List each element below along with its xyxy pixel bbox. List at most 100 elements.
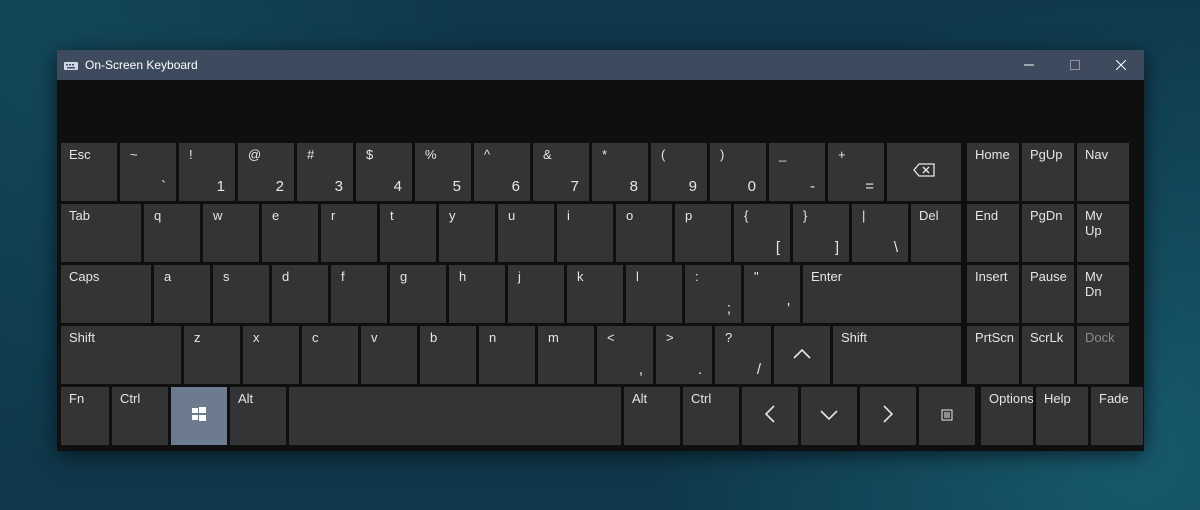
key-f[interactable]: f — [331, 265, 387, 323]
key-c[interactable]: c — [302, 326, 358, 384]
key-period[interactable]: >. — [656, 326, 712, 384]
key-1[interactable]: !1 — [179, 143, 235, 201]
osk-window: On-Screen Keyboard Esc ~` !1 @2 #3 $4 %5… — [57, 50, 1144, 451]
minimize-button[interactable] — [1006, 50, 1052, 80]
key-windows[interactable] — [171, 387, 227, 445]
key-nav[interactable]: Nav — [1077, 143, 1129, 201]
key-n[interactable]: n — [479, 326, 535, 384]
key-7[interactable]: &7 — [533, 143, 589, 201]
key-m[interactable]: m — [538, 326, 594, 384]
menu-icon — [941, 408, 953, 425]
key-caps[interactable]: Caps — [61, 265, 151, 323]
key-4[interactable]: $4 — [356, 143, 412, 201]
key-enter[interactable]: Enter — [803, 265, 961, 323]
maximize-button[interactable] — [1052, 50, 1098, 80]
key-lbracket[interactable]: {[ — [734, 204, 790, 262]
key-mvup[interactable]: Mv Up — [1077, 204, 1129, 262]
key-b[interactable]: b — [420, 326, 476, 384]
key-r[interactable]: r — [321, 204, 377, 262]
key-z[interactable]: z — [184, 326, 240, 384]
key-backslash[interactable]: |\ — [852, 204, 908, 262]
key-scrlk[interactable]: ScrLk — [1022, 326, 1074, 384]
close-button[interactable] — [1098, 50, 1144, 80]
key-g[interactable]: g — [390, 265, 446, 323]
key-esc[interactable]: Esc — [61, 143, 117, 201]
key-6[interactable]: ^6 — [474, 143, 530, 201]
key-dock[interactable]: Dock — [1077, 326, 1129, 384]
key-e[interactable]: e — [262, 204, 318, 262]
key-home[interactable]: Home — [967, 143, 1019, 201]
key-slash[interactable]: ?/ — [715, 326, 771, 384]
key-prtscn[interactable]: PrtScn — [967, 326, 1019, 384]
key-arrow-right[interactable] — [860, 387, 916, 445]
chevron-up-icon — [792, 347, 812, 364]
key-5[interactable]: %5 — [415, 143, 471, 201]
key-k[interactable]: k — [567, 265, 623, 323]
key-s[interactable]: s — [213, 265, 269, 323]
key-minus[interactable]: _- — [769, 143, 825, 201]
key-a[interactable]: a — [154, 265, 210, 323]
chevron-down-icon — [819, 408, 839, 425]
key-comma[interactable]: <, — [597, 326, 653, 384]
key-arrow-down[interactable] — [801, 387, 857, 445]
key-o[interactable]: o — [616, 204, 672, 262]
key-w[interactable]: w — [203, 204, 259, 262]
key-end[interactable]: End — [967, 204, 1019, 262]
row-1: Esc ~` !1 @2 #3 $4 %5 ^6 &7 *8 (9 )0 _- … — [61, 143, 1140, 201]
key-ctrl-right[interactable]: Ctrl — [683, 387, 739, 445]
key-j[interactable]: j — [508, 265, 564, 323]
key-pgup[interactable]: PgUp — [1022, 143, 1074, 201]
key-p[interactable]: p — [675, 204, 731, 262]
key-2[interactable]: @2 — [238, 143, 294, 201]
key-space[interactable] — [289, 387, 621, 445]
key-help[interactable]: Help — [1036, 387, 1088, 445]
row-2: Tab q w e r t y u i o p {[ }] |\ Del — [61, 204, 1140, 262]
key-context-menu[interactable] — [919, 387, 975, 445]
key-9[interactable]: (9 — [651, 143, 707, 201]
row-3: Caps a s d f g h j k l :; "' Enter Inser… — [61, 265, 1140, 323]
key-rbracket[interactable]: }] — [793, 204, 849, 262]
key-0[interactable]: )0 — [710, 143, 766, 201]
key-y[interactable]: y — [439, 204, 495, 262]
windows-icon — [192, 407, 206, 425]
key-h[interactable]: h — [449, 265, 505, 323]
key-i[interactable]: i — [557, 204, 613, 262]
keyboard-area: Esc ~` !1 @2 #3 $4 %5 ^6 &7 *8 (9 )0 _- … — [57, 80, 1144, 451]
key-semicolon[interactable]: :; — [685, 265, 741, 323]
key-v[interactable]: v — [361, 326, 417, 384]
key-u[interactable]: u — [498, 204, 554, 262]
key-alt-right[interactable]: Alt — [624, 387, 680, 445]
key-insert[interactable]: Insert — [967, 265, 1019, 323]
key-backtick[interactable]: ~` — [120, 143, 176, 201]
key-mvdn[interactable]: Mv Dn — [1077, 265, 1129, 323]
key-pause[interactable]: Pause — [1022, 265, 1074, 323]
key-l[interactable]: l — [626, 265, 682, 323]
key-options[interactable]: Options — [981, 387, 1033, 445]
key-fade[interactable]: Fade — [1091, 387, 1143, 445]
key-alt-left[interactable]: Alt — [230, 387, 286, 445]
chevron-left-icon — [764, 404, 776, 428]
key-quote[interactable]: "' — [744, 265, 800, 323]
key-equals[interactable]: += — [828, 143, 884, 201]
app-icon — [63, 57, 79, 73]
key-tab[interactable]: Tab — [61, 204, 141, 262]
key-q[interactable]: q — [144, 204, 200, 262]
key-x[interactable]: x — [243, 326, 299, 384]
key-backspace[interactable] — [887, 143, 961, 201]
key-8[interactable]: *8 — [592, 143, 648, 201]
key-arrow-left[interactable] — [742, 387, 798, 445]
key-t[interactable]: t — [380, 204, 436, 262]
key-3[interactable]: #3 — [297, 143, 353, 201]
titlebar[interactable]: On-Screen Keyboard — [57, 50, 1144, 80]
key-del[interactable]: Del — [911, 204, 961, 262]
key-shift-left[interactable]: Shift — [61, 326, 181, 384]
key-shift-right[interactable]: Shift — [833, 326, 961, 384]
window-title: On-Screen Keyboard — [85, 58, 198, 72]
key-d[interactable]: d — [272, 265, 328, 323]
key-arrow-up[interactable] — [774, 326, 830, 384]
function-row-spacer — [57, 80, 1144, 140]
key-ctrl-left[interactable]: Ctrl — [112, 387, 168, 445]
row-4: Shift z x c v b n m <, >. ?/ Shift — [61, 326, 1140, 384]
key-fn[interactable]: Fn — [61, 387, 109, 445]
key-pgdn[interactable]: PgDn — [1022, 204, 1074, 262]
